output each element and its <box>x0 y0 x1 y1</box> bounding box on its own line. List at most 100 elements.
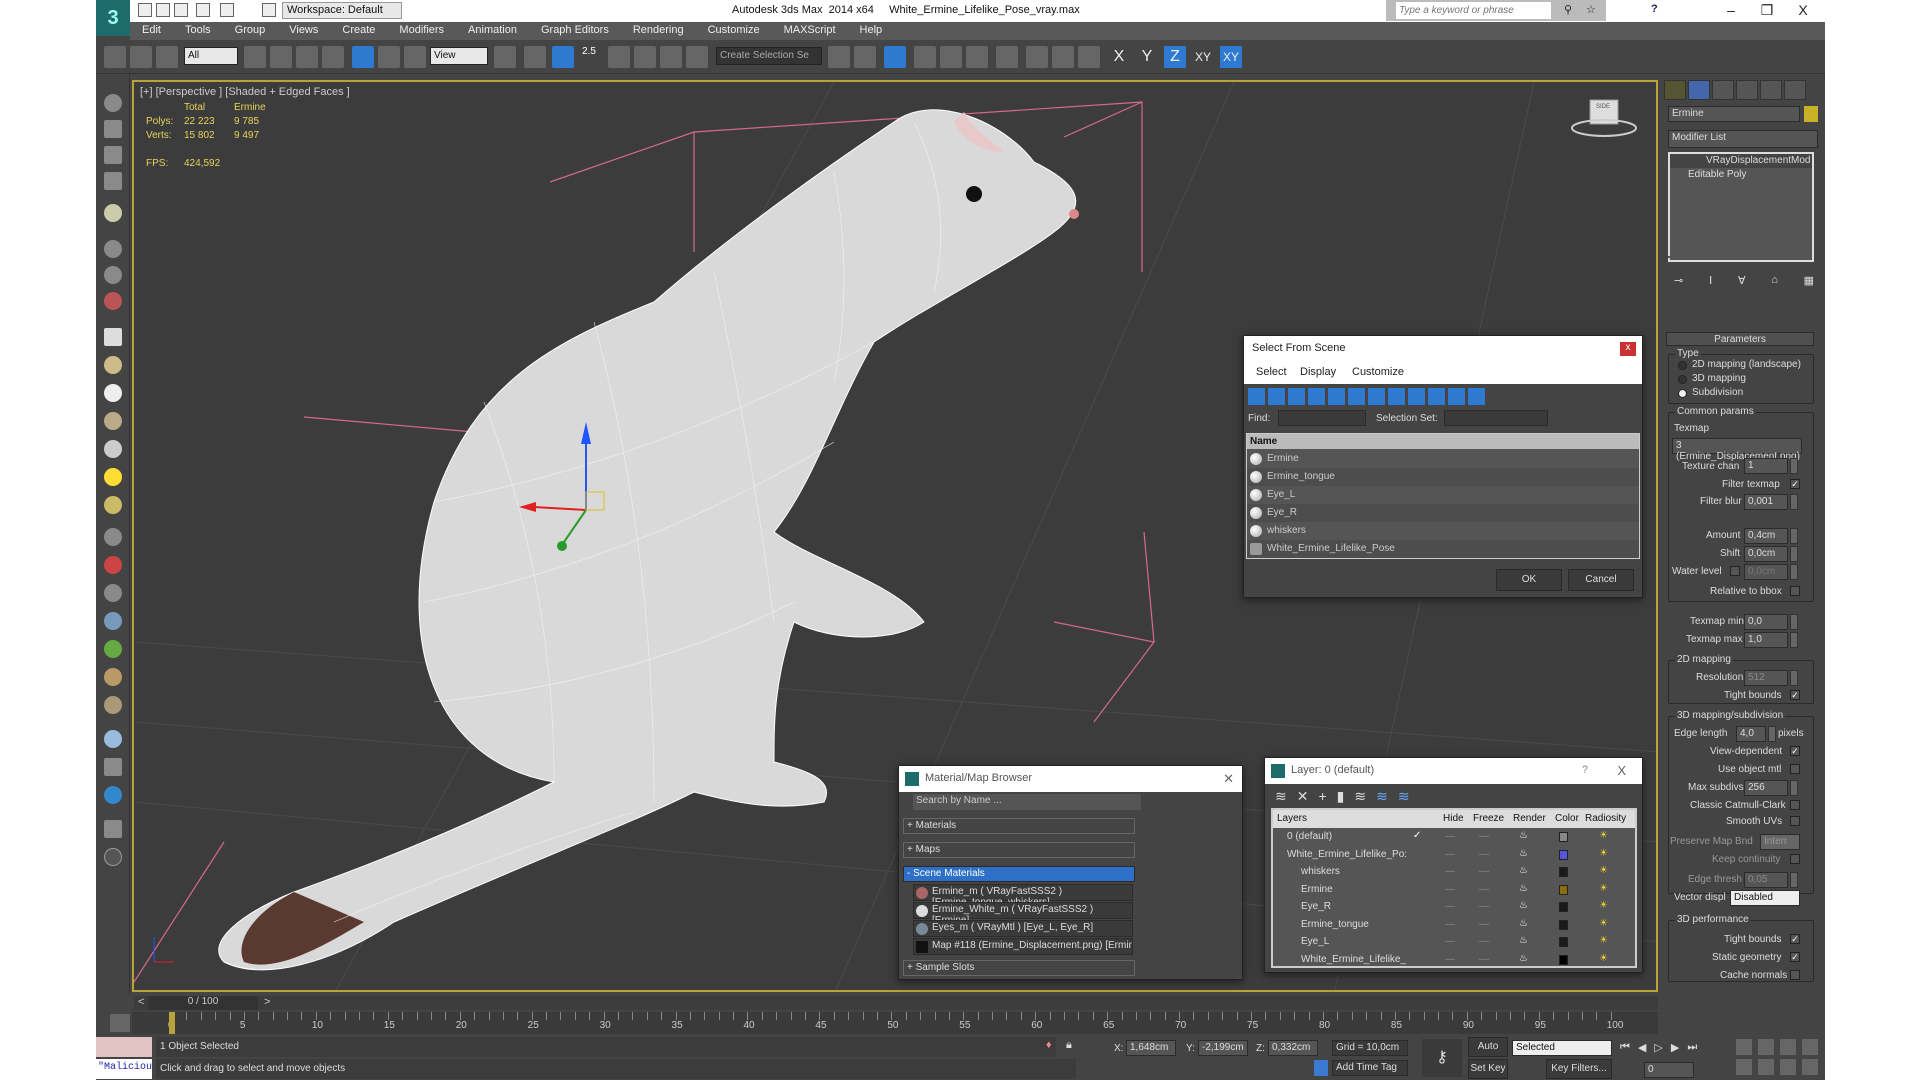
mini-curve-editor-icon[interactable] <box>110 1014 130 1032</box>
spinner[interactable] <box>1790 528 1798 544</box>
list-item[interactable]: White_Ermine_Lifelike_Pose <box>1247 540 1639 558</box>
reference-coord-dropdown[interactable]: View <box>430 47 488 65</box>
pan-icon[interactable] <box>1758 1059 1774 1075</box>
render-teapot-icon[interactable]: ♨ <box>1519 900 1528 911</box>
maximize-viewport-icon[interactable] <box>1802 1059 1818 1075</box>
hide-toggle[interactable]: — <box>1445 866 1455 877</box>
find-input[interactable] <box>1278 410 1366 426</box>
teapot-icon[interactable] <box>104 94 122 112</box>
percent-snap-icon[interactable] <box>634 46 656 68</box>
hide-toggle[interactable]: — <box>1445 831 1455 842</box>
earth-icon[interactable] <box>104 786 122 804</box>
go-to-start-icon[interactable]: ⏮ <box>1620 1041 1630 1054</box>
render-teapot-icon[interactable]: ♨ <box>1519 848 1528 859</box>
make-unique-icon[interactable]: ∀ <box>1738 274 1746 287</box>
cancel-button[interactable]: Cancel <box>1568 569 1634 591</box>
freeze-toggle[interactable]: — <box>1479 919 1489 930</box>
hair-icon[interactable] <box>104 696 122 714</box>
material-item[interactable]: Ermine_White_m ( VRayFastSSS2 ) [Ermine] <box>913 902 1133 926</box>
list-item[interactable]: Eye_R <box>1247 504 1639 522</box>
list-item[interactable]: Ermine <box>1247 450 1639 468</box>
layer-manager-icon[interactable] <box>884 46 906 68</box>
axis-y-button[interactable]: Y <box>1136 46 1158 68</box>
hide-toggle[interactable]: — <box>1445 919 1455 930</box>
freeze-all-icon[interactable]: ≋ <box>1398 788 1410 805</box>
bowl-icon[interactable] <box>104 412 122 430</box>
layers-icon[interactable] <box>104 146 122 164</box>
bones-filter-icon[interactable] <box>1408 388 1425 405</box>
object-name-input[interactable]: Ermine <box>1668 106 1800 122</box>
helpers-filter-icon[interactable] <box>1328 388 1345 405</box>
menu-group[interactable]: Group <box>223 22 278 40</box>
preserve-map-dropdown[interactable]: Interr <box>1760 834 1800 850</box>
freeze-toggle[interactable]: — <box>1479 954 1489 965</box>
containers-filter-icon[interactable] <box>1428 388 1445 405</box>
rig-icon[interactable] <box>104 292 122 310</box>
utilities-tab-icon[interactable] <box>1784 80 1806 100</box>
texmap-button[interactable]: 3 (Ermine_Displacement.png) <box>1672 438 1802 462</box>
list-item[interactable]: whiskers <box>1247 522 1639 540</box>
lock-selection-icon[interactable]: 🔒︎ <box>1066 1039 1072 1052</box>
box-icon[interactable] <box>104 328 122 346</box>
max-subdivs-input[interactable]: 256 <box>1744 780 1788 796</box>
axis-constraint-snap-button[interactable]: XY <box>1220 46 1242 68</box>
render-teapot-icon[interactable]: ♨ <box>1519 953 1528 964</box>
radiosity-icon[interactable]: ☀ <box>1599 883 1608 894</box>
radio-2d-mapping[interactable] <box>1678 361 1687 370</box>
x-coordinate-input[interactable]: 1,648cm <box>1126 1040 1176 1056</box>
remove-modifier-icon[interactable]: ⌂ <box>1771 274 1778 287</box>
key-filters-button[interactable]: Key Filters... <box>1546 1059 1612 1079</box>
star-icon[interactable]: ☆ <box>1586 3 1596 16</box>
map-icon[interactable] <box>104 758 122 776</box>
prev-frame-button[interactable]: < <box>138 996 144 1008</box>
current-frame-input[interactable]: 0 <box>1644 1062 1694 1078</box>
time-tag-icon[interactable] <box>1314 1060 1328 1076</box>
orbit-icon[interactable] <box>1780 1059 1796 1075</box>
col-render[interactable]: Render <box>1513 813 1546 824</box>
selection-filter-dropdown[interactable]: All <box>184 47 238 65</box>
undo-icon[interactable] <box>196 3 210 17</box>
menu-modifiers[interactable]: Modifiers <box>387 22 456 40</box>
radiosity-icon[interactable]: ☀ <box>1599 935 1608 946</box>
create-layer-icon[interactable]: ≋ <box>1275 788 1287 805</box>
col-color[interactable]: Color <box>1555 813 1579 824</box>
radiosity-icon[interactable]: ☀ <box>1599 830 1608 841</box>
pin-stack-icon[interactable]: ⊸ <box>1674 274 1683 287</box>
scene-materials-section[interactable]: - Scene Materials <box>903 866 1135 882</box>
next-frame-icon[interactable]: ▶ <box>1671 1041 1679 1054</box>
resolution-input[interactable]: 512 <box>1744 670 1788 686</box>
curve-editor-icon[interactable] <box>940 46 962 68</box>
layer-color-swatch[interactable] <box>1559 867 1568 877</box>
render-teapot-icon[interactable]: ♨ <box>1519 830 1528 841</box>
selection-set-dropdown[interactable] <box>1444 410 1548 426</box>
edit-named-selection-icon[interactable] <box>686 46 708 68</box>
close-button[interactable]: X <box>1788 2 1818 18</box>
current-frame-marker[interactable] <box>169 1012 175 1034</box>
create-tab-icon[interactable] <box>1664 80 1686 100</box>
maps-section[interactable]: + Maps <box>903 842 1135 858</box>
binoculars-icon[interactable]: ⚲ <box>1564 3 1572 16</box>
minimize-button[interactable]: – <box>1716 2 1746 18</box>
shapes-filter-icon[interactable] <box>1268 388 1285 405</box>
window-crossing-icon[interactable] <box>322 46 344 68</box>
grid-icon[interactable] <box>104 172 122 190</box>
modifier-vraydisplacement[interactable]: VRayDisplacementMod <box>1670 154 1812 168</box>
angle-snap-icon[interactable] <box>608 46 630 68</box>
render-teapot-icon[interactable]: ♨ <box>1519 883 1528 894</box>
track-bar[interactable]: 0510152025303540455055606570758085909510… <box>132 1012 1658 1034</box>
radiosity-icon[interactable]: ☀ <box>1599 900 1608 911</box>
freeze-toggle[interactable]: — <box>1479 936 1489 947</box>
save-icon[interactable] <box>174 3 188 17</box>
add-to-layer-icon[interactable]: + <box>1318 788 1326 805</box>
time-slider-thumb[interactable]: 0 / 100 <box>148 996 258 1010</box>
tight-bounds-perf-checkbox[interactable]: ✓ <box>1790 934 1800 944</box>
modifier-editable-poly[interactable]: Editable Poly <box>1670 168 1812 182</box>
help-button[interactable]: ? <box>1582 764 1588 776</box>
radiosity-icon[interactable]: ☀ <box>1599 918 1608 929</box>
select-by-name-icon[interactable] <box>270 46 292 68</box>
materials-section[interactable]: + Materials <box>903 818 1135 834</box>
sphere-icon[interactable] <box>104 384 122 402</box>
layer-row[interactable]: whiskers — — ♨ ☀ <box>1273 864 1635 881</box>
water-level-checkbox[interactable] <box>1730 566 1740 576</box>
field-of-view-icon[interactable] <box>1736 1059 1752 1075</box>
